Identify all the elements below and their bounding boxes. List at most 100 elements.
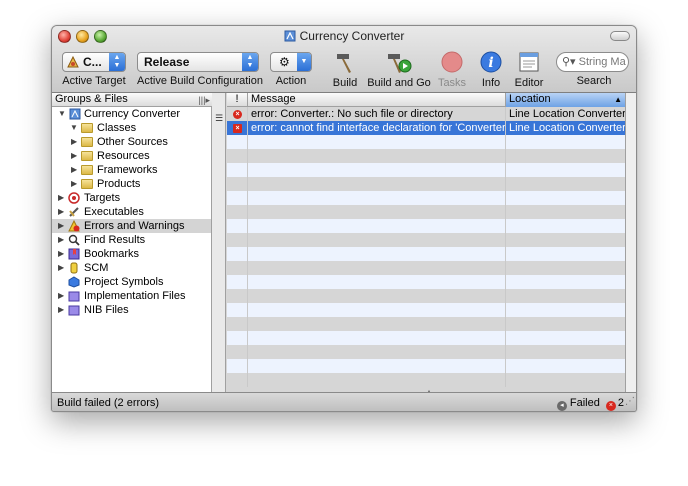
disclosure-closed-icon: ▶ — [58, 193, 65, 202]
sidebar-item-frameworks[interactable]: ▶ Frameworks — [52, 163, 211, 177]
disclosure-closed-icon: ▶ — [71, 151, 78, 160]
folder-icon — [81, 165, 93, 175]
empty-row — [227, 317, 625, 331]
sidebar-item-currency-converter[interactable]: ▼ Currency Converter — [52, 107, 211, 121]
folder-icon — [81, 151, 93, 161]
empty-row — [227, 219, 625, 233]
table-row[interactable]: × error: cannot find interface declarati… — [227, 121, 625, 135]
disclosure-closed-icon: ▶ — [58, 263, 65, 272]
info-icon: i — [480, 51, 502, 73]
empty-row — [227, 205, 625, 219]
sidebar-item-scm[interactable]: ▶ SCM — [52, 261, 211, 275]
project-icon — [69, 108, 81, 120]
build-and-go-icon — [388, 54, 412, 73]
sidebar-item-executables[interactable]: ▶ Executables — [52, 205, 211, 219]
build-result[interactable]: ◂ Failed × 2 — [556, 393, 624, 411]
disclosure-closed-icon: ▶ — [58, 221, 65, 230]
empty-row — [227, 247, 625, 261]
chevron-down-icon: ▼ — [297, 53, 311, 71]
sidebar-item-targets[interactable]: ▶ Targets — [52, 191, 211, 205]
sidebar-item-products[interactable]: ▶ Products — [52, 177, 211, 191]
target-icon — [68, 192, 80, 204]
magnifier-icon — [68, 234, 80, 246]
action-label: Action — [275, 75, 307, 87]
empty-row — [227, 289, 625, 303]
search: ⚲▾ String Ma Search — [556, 52, 632, 87]
gear-icon: ⚙ — [279, 55, 290, 69]
column-header-message[interactable]: Message — [248, 93, 506, 107]
folder-icon — [81, 137, 93, 147]
column-header-warning[interactable]: ! — [227, 93, 248, 107]
tasks-button[interactable]: Tasks — [436, 50, 468, 89]
empty-row — [227, 359, 625, 373]
scm-icon — [70, 262, 78, 274]
empty-row — [227, 261, 625, 275]
build-configuration-popup[interactable]: Release ▲ ▼ — [137, 52, 259, 72]
popup-arrows-icon: ▲ ▼ — [109, 53, 125, 71]
groups-files-header: Groups & Files |||▸ — [52, 93, 212, 107]
sidebar-item-other-sources[interactable]: ▶ Other Sources — [52, 135, 211, 149]
hammer-icon — [337, 54, 351, 73]
sidebar-item-implementation-files[interactable]: ▶ Implementation Files — [52, 289, 211, 303]
popup-arrows-icon: ▲ ▼ — [242, 53, 258, 71]
disclosure-closed-icon: ▶ — [58, 291, 65, 300]
list-icon: ☰ — [215, 113, 224, 123]
empty-row — [227, 275, 625, 289]
empty-row — [227, 303, 625, 317]
action-popup[interactable]: ⚙ ▼ — [270, 52, 312, 72]
editor-button[interactable]: Editor — [512, 50, 546, 89]
search-field[interactable]: ⚲▾ String Ma — [556, 52, 629, 72]
table-row[interactable]: × error: Converter.: No such file or dir… — [227, 107, 625, 121]
disclosure-closed-icon: ▶ — [71, 137, 78, 146]
empty-row — [227, 163, 625, 177]
warning-icon — [68, 220, 80, 232]
search-label: Search — [576, 75, 612, 87]
xcode-project-window: Currency Converter C... ▲ ▼ Active Target… — [51, 25, 637, 412]
stop-icon — [441, 51, 463, 73]
project-icon — [284, 30, 296, 42]
build-button[interactable]: Build — [328, 50, 362, 89]
window-title: Currency Converter — [52, 29, 636, 43]
disclosure-open-icon: ▼ — [58, 109, 66, 118]
resize-grip-icon[interactable]: ⋰ — [625, 392, 635, 411]
error-count-icon: × — [605, 401, 616, 411]
active-target: C... ▲ ▼ Active Target — [60, 52, 128, 87]
column-header-location[interactable]: Location ▲ — [506, 93, 625, 107]
folder-icon — [81, 179, 93, 189]
empty-row — [227, 191, 625, 205]
search-icon: ⚲▾ — [562, 56, 576, 68]
disclosure-closed-icon: ▶ — [71, 165, 78, 174]
split-view-icon[interactable]: |||▸ — [198, 94, 210, 107]
empty-row — [227, 331, 625, 345]
build-configuration-label: Active Build Configuration — [137, 75, 263, 87]
empty-row — [227, 233, 625, 247]
build-and-go-button[interactable]: Build and Go — [367, 50, 431, 89]
errors-table: × error: Converter.: No such file or dir… — [227, 107, 625, 392]
symbols-icon — [68, 276, 80, 288]
sidebar-item-classes[interactable]: ▼ Classes — [52, 121, 211, 135]
sidebar-item-bookmarks[interactable]: ▶ Bookmarks — [52, 247, 211, 261]
action: ⚙ ▼ Action — [270, 52, 312, 87]
sidebar-item-nib-files[interactable]: ▶ NIB Files — [52, 303, 211, 317]
executable-icon — [69, 207, 79, 217]
status-bar: Build failed (2 errors) ◂ Failed × 2 ⋰ — [52, 392, 636, 411]
active-target-popup[interactable]: C... ▲ ▼ — [62, 52, 126, 72]
toolbar: Currency Converter C... ▲ ▼ Active Target… — [52, 26, 636, 93]
vertical-scrollbar[interactable] — [625, 93, 636, 392]
sort-ascending-icon: ▲ — [614, 95, 622, 104]
editor-icon — [519, 52, 539, 72]
disclosure-open-icon: ▼ — [70, 123, 78, 132]
folder-icon — [81, 123, 93, 133]
disclosure-closed-icon: ▶ — [71, 179, 78, 188]
smart-group-icon — [68, 305, 80, 316]
sidebar-item-project-symbols[interactable]: Project Symbols — [52, 275, 211, 289]
svg-text:i: i — [488, 55, 493, 71]
sidebar-item-errors-and-warnings[interactable]: ▶ Errors and Warnings — [52, 219, 211, 233]
info-button[interactable]: i Info — [478, 50, 504, 89]
failed-icon: ◂ — [556, 401, 567, 411]
sidebar-item-resources[interactable]: ▶ Resources — [52, 149, 211, 163]
groups-files-sidebar: ▼ Currency Converter ▼ Classes ▶ Other S… — [52, 107, 212, 392]
empty-row — [227, 373, 625, 387]
sidebar-item-find-results[interactable]: ▶ Find Results — [52, 233, 211, 247]
detail-splitter[interactable]: ☰ — [212, 93, 226, 392]
